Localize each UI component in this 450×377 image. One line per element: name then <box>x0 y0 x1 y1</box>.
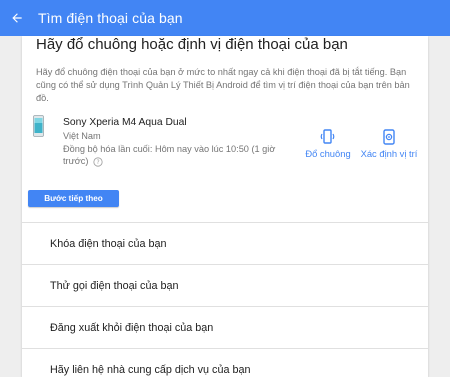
locate-device-icon <box>383 129 395 145</box>
locate-label: Xác định vị trí <box>360 148 418 159</box>
device-country: Việt Nam <box>63 131 101 141</box>
option-sign-out-phone[interactable]: Đăng xuất khỏi điện thoại của bạn <box>22 306 428 348</box>
option-lock-phone[interactable]: Khóa điện thoại của bạn <box>22 222 428 264</box>
card-heading: Hãy đổ chuông hoặc định vị điện thoại củ… <box>36 36 348 53</box>
ring-phone-icon <box>320 129 335 144</box>
option-contact-carrier[interactable]: Hãy liên hệ nhà cung cấp dịch vụ của bạn <box>22 348 428 377</box>
device-last-sync: Đồng bộ hóa lần cuối: Hôm nay vào lúc 10… <box>63 143 283 167</box>
option-label: Khóa điện thoại của bạn <box>50 237 167 250</box>
card-description: Hãy đổ chuông điện thoại của bạn ở mức t… <box>36 67 410 103</box>
phone-image-icon <box>33 115 44 137</box>
option-call-phone[interactable]: Thử gọi điện thoại của bạn <box>22 264 428 306</box>
next-step-button[interactable]: Bước tiếp theo <box>28 190 119 207</box>
option-label: Đăng xuất khỏi điện thoại của bạn <box>50 321 214 334</box>
svg-text:?: ? <box>96 160 99 166</box>
ring-label: Đổ chuông <box>305 148 351 159</box>
locate-phone-button[interactable]: Xác định vị trí <box>358 128 420 159</box>
back-button[interactable] <box>2 0 32 36</box>
device-name: Sony Xperia M4 Aqua Dual <box>63 117 187 128</box>
ring-phone-button[interactable]: Đổ chuông <box>303 128 353 159</box>
option-label: Hãy liên hệ nhà cung cấp dịch vụ của bạn <box>50 363 251 376</box>
app-bar: Tìm điện thoại của bạn <box>0 0 450 36</box>
info-icon[interactable]: ? <box>93 156 103 167</box>
option-label: Thử gọi điện thoại của bạn <box>50 279 179 292</box>
back-arrow-icon <box>12 13 22 23</box>
page-title: Tìm điện thoại của bạn <box>38 10 183 26</box>
